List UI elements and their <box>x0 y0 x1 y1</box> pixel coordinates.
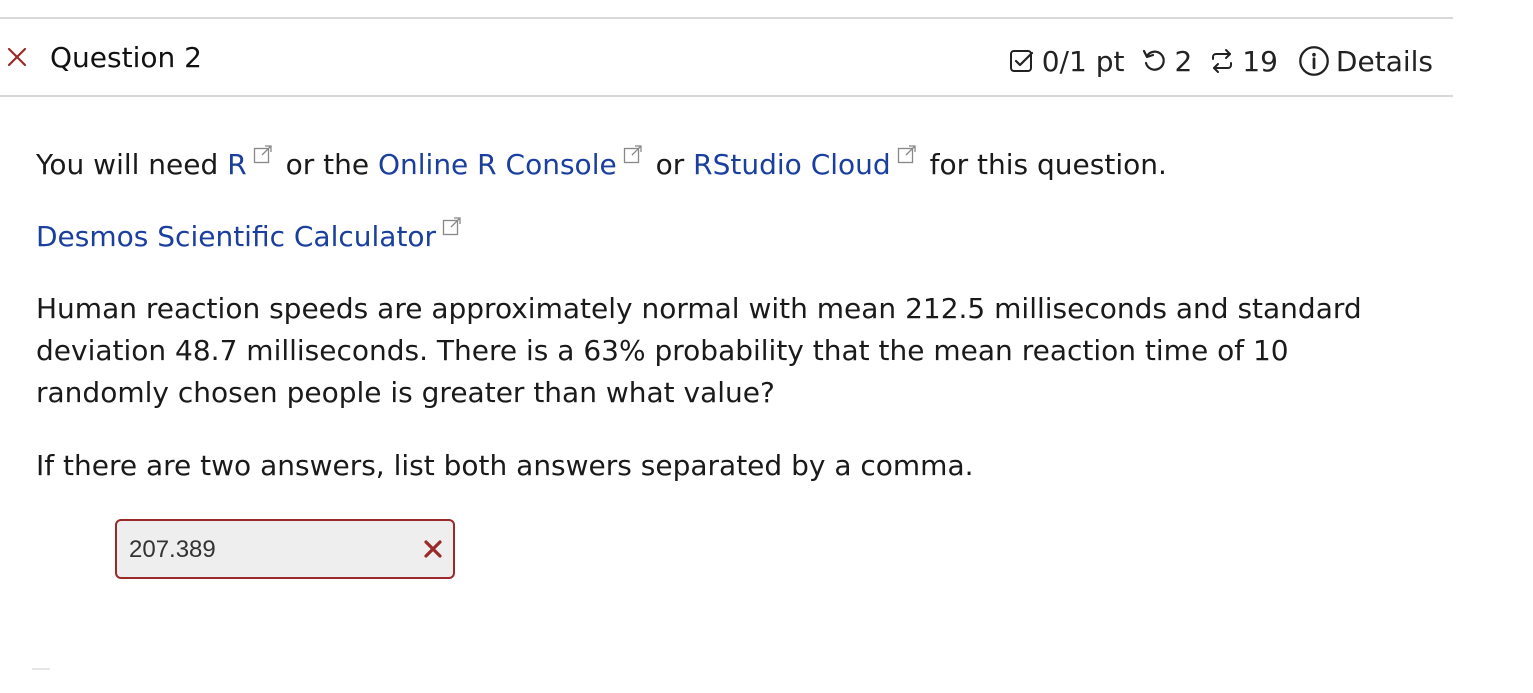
intro-or-the: or the <box>285 148 370 181</box>
link-rstudio-cloud[interactable]: RStudio Cloud <box>693 148 891 181</box>
details-link[interactable]: Details <box>1336 45 1433 78</box>
question-title: Question 2 <box>50 41 202 74</box>
retries-count: 2 <box>1174 44 1193 78</box>
external-link-icon <box>623 145 642 164</box>
link-desmos-calculator[interactable]: Desmos Scientific Calculator <box>36 220 436 253</box>
link-r[interactable]: R <box>227 148 246 181</box>
repeat-icon <box>1212 49 1233 73</box>
info-icon[interactable] <box>1298 45 1330 77</box>
checkbox-icon <box>1009 50 1033 72</box>
external-link-icon <box>897 145 916 164</box>
intro-prefix: You will need <box>36 148 219 181</box>
answer-input[interactable]: 207.389 <box>115 519 455 579</box>
external-link-icon <box>253 145 272 164</box>
calculator-line: Desmos Scientific Calculator <box>36 216 466 258</box>
link-online-r-console[interactable]: Online R Console <box>378 148 617 181</box>
answer-value[interactable]: 207.389 <box>129 536 216 564</box>
instruction-text: If there are two answers, list both answ… <box>36 449 974 482</box>
question-header: Question 2 0/1 pt 2 19 Details <box>0 17 1453 97</box>
external-link-icon <box>442 217 461 236</box>
undo-icon <box>1143 49 1166 71</box>
intro-suffix: for this question. <box>929 148 1167 181</box>
attempts-count: 19 <box>1242 44 1278 78</box>
question-meta: 0/1 pt 2 19 Details <box>1008 41 1433 81</box>
question-text: Human reaction speeds are approximately … <box>36 292 1362 409</box>
divider <box>32 668 50 670</box>
close-icon <box>7 47 27 67</box>
tools-intro: You will need R or the Online R Console … <box>36 144 1167 186</box>
intro-or: or <box>655 148 685 181</box>
score-text: 0/1 pt <box>1041 44 1125 78</box>
incorrect-icon <box>424 540 442 558</box>
